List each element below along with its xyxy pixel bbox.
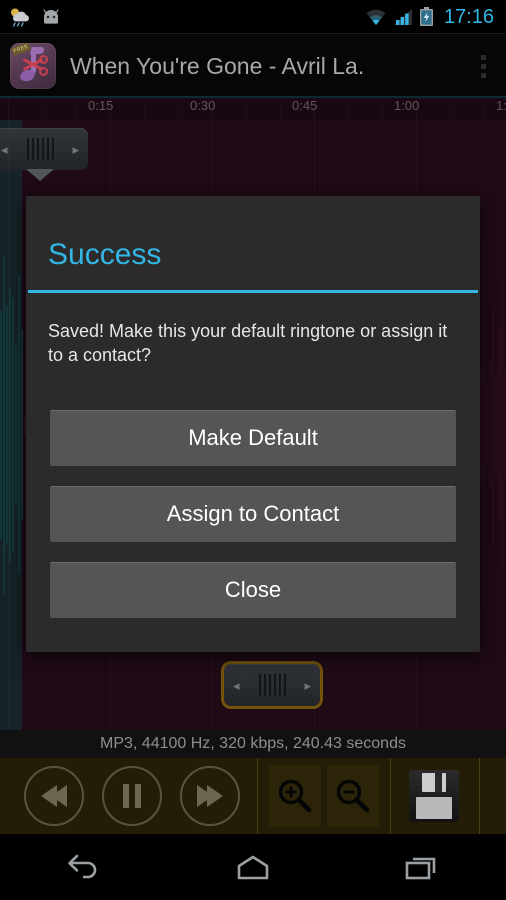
dialog-message: Saved! Make this your default ringtone o… [48, 321, 448, 366]
scissors-ring-b [39, 55, 48, 64]
zoom-out-icon[interactable] [327, 765, 379, 827]
zoom-controls [266, 758, 382, 834]
home-icon[interactable] [198, 834, 308, 900]
status-bar-clock: 17:16 [443, 5, 494, 28]
android-screen: 17:16 FREE When You're Gone - Avril La. … [0, 0, 506, 900]
pause-icon[interactable] [102, 766, 162, 826]
signal-icon [393, 9, 412, 25]
audio-info-bar: MP3, 44100 Hz, 320 kbps, 240.43 seconds [0, 730, 506, 758]
recents-icon[interactable] [367, 834, 477, 900]
assign-to-contact-button[interactable]: Assign to Contact [50, 485, 456, 542]
audio-info-text: MP3, 44100 Hz, 320 kbps, 240.43 seconds [100, 735, 406, 752]
app-icon-badge: FREE [11, 43, 31, 56]
status-bar-system-icons: 17:16 [365, 6, 498, 29]
ringtone-scissors-icon: FREE [10, 43, 56, 89]
zoom-in-icon[interactable] [269, 765, 321, 827]
close-button[interactable]: Close [50, 561, 456, 618]
status-bar: 17:16 [0, 0, 506, 34]
toolbar-divider-2 [390, 758, 391, 834]
weather-icon [11, 8, 30, 27]
android-robot-icon [43, 9, 59, 24]
battery-charging-icon [419, 7, 433, 26]
overflow-menu-icon[interactable] [470, 43, 496, 89]
success-dialog: Success Saved! Make this your default ri… [26, 196, 480, 652]
save-floppy-icon[interactable] [403, 763, 465, 829]
toolbar-divider [257, 758, 258, 834]
status-bar-notifications [8, 7, 62, 27]
fast-forward-icon[interactable] [180, 766, 240, 826]
rewind-icon[interactable] [24, 766, 84, 826]
back-icon[interactable] [29, 834, 139, 900]
toolbar-divider-3 [479, 758, 480, 834]
player-toolbar [0, 758, 506, 834]
page-title: When You're Gone - Avril La. [70, 52, 365, 79]
wifi-icon [366, 9, 386, 25]
action-bar: FREE When You're Gone - Avril La. [0, 34, 506, 98]
transport-controls [0, 758, 249, 834]
make-default-button[interactable]: Make Default [50, 409, 456, 466]
navigation-bar [0, 834, 506, 900]
dialog-title: Success [48, 238, 162, 271]
scissors-ring-a [39, 67, 48, 76]
dialog-button-group: Make Default Assign to Contact Close [26, 376, 480, 652]
